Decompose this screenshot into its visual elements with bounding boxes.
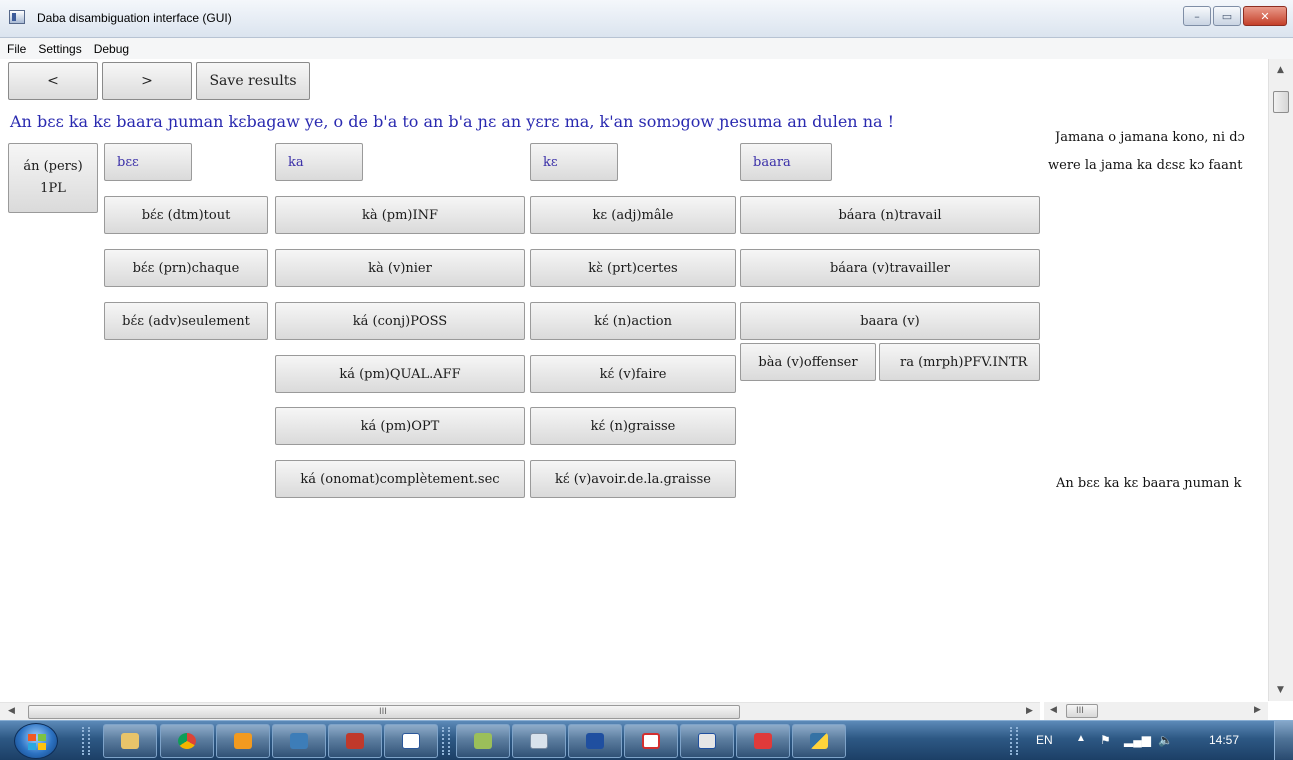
- save-results-button[interactable]: Save results: [196, 62, 310, 100]
- horizontal-scroll-thumb[interactable]: III: [1066, 704, 1098, 718]
- start-button[interactable]: [14, 723, 58, 759]
- grip-icon: III: [379, 707, 387, 717]
- taskbar-app-11[interactable]: [680, 724, 734, 758]
- sub-gloss-option[interactable]: bàa (v)offenser: [740, 343, 876, 381]
- token-button-ke[interactable]: kɛ: [530, 143, 618, 181]
- horizontal-scrollbar[interactable]: ◀ III ▶: [0, 702, 1040, 720]
- right-pane-horizontal-scrollbar[interactable]: ◀ III ▶: [1044, 702, 1268, 720]
- windows-logo-icon: [28, 734, 46, 750]
- python-icon: [810, 733, 828, 749]
- title-bar: Daba disambiguation interface (GUI) – ▭ …: [0, 0, 1293, 38]
- gloss-option[interactable]: ká (pm)QUAL.AFF: [275, 355, 525, 393]
- gloss-option[interactable]: kà (v)nier: [275, 249, 525, 287]
- gloss-option[interactable]: báara (n)travail: [740, 196, 1040, 234]
- clock[interactable]: 14:57: [1209, 733, 1239, 747]
- gloss-option[interactable]: bɛ́ɛ (prn)chaque: [104, 249, 268, 287]
- scroll-down-icon[interactable]: ▼: [1277, 685, 1284, 695]
- taskbar-app-5[interactable]: [328, 724, 382, 758]
- gloss-option[interactable]: ká (conj)POSS: [275, 302, 525, 340]
- show-hidden-icons-icon[interactable]: ▲: [1076, 733, 1086, 744]
- gloss-option[interactable]: ká (onomat)complètement.sec: [275, 460, 525, 498]
- taskbar: EN ▲ ⚑ ▂▄▆ 🔈 14:57: [0, 720, 1293, 760]
- source-text-line: Jamana o jamana kono, ni dɔ: [1055, 130, 1245, 145]
- token-label: án (pers): [23, 159, 83, 174]
- app-icon: [754, 733, 772, 749]
- gloss-option[interactable]: kɛ (adj)mâle: [530, 196, 736, 234]
- taskbar-grip: [442, 727, 450, 755]
- pdf-icon: [642, 733, 660, 749]
- taskbar-word[interactable]: [384, 724, 438, 758]
- source-text-line: were la jama ka dɛsɛ kɔ faant: [1048, 158, 1243, 173]
- app-icon: [474, 733, 492, 749]
- prev-button[interactable]: <: [8, 62, 98, 100]
- maximize-button[interactable]: ▭: [1213, 6, 1241, 26]
- sentence-text: An bɛɛ ka kɛ baara ɲuman kɛbagaw ye, o d…: [10, 112, 895, 131]
- next-button[interactable]: >: [102, 62, 192, 100]
- app-icon: [530, 733, 548, 749]
- menu-debug[interactable]: Debug: [88, 42, 135, 56]
- minimize-button[interactable]: –: [1183, 6, 1211, 26]
- taskbar-file-explorer[interactable]: [103, 724, 157, 758]
- gloss-option[interactable]: kɛ́ (v)faire: [530, 355, 736, 393]
- network-icon[interactable]: ▂▄▆: [1124, 733, 1151, 747]
- window-controls: – ▭ ✕: [1181, 6, 1287, 26]
- gloss-option[interactable]: bɛ́ɛ (dtm)tout: [104, 196, 268, 234]
- taskbar-app-12[interactable]: [736, 724, 790, 758]
- gloss-option[interactable]: kɛ́ (v)avoir.de.la.graisse: [530, 460, 736, 498]
- source-text-line: An bɛɛ ka kɛ baara ɲuman k: [1056, 476, 1242, 491]
- app-icon: [586, 733, 604, 749]
- gloss-option[interactable]: bɛ́ɛ (adv)seulement: [104, 302, 268, 340]
- app-icon: [9, 10, 25, 24]
- menu-bar: File Settings Debug: [0, 38, 1293, 59]
- scroll-right-icon[interactable]: ▶: [1026, 706, 1033, 716]
- app-icon: [346, 733, 364, 749]
- close-button[interactable]: ✕: [1243, 6, 1287, 26]
- taskbar-app-7[interactable]: [456, 724, 510, 758]
- token-button-an[interactable]: án (pers) 1PL: [8, 143, 98, 213]
- vertical-scroll-thumb[interactable]: [1273, 91, 1289, 113]
- taskbar-pdf-reader[interactable]: [624, 724, 678, 758]
- horizontal-scroll-thumb[interactable]: III: [28, 705, 740, 719]
- vertical-scrollbar[interactable]: ▲ ▼: [1268, 59, 1293, 701]
- scroll-up-icon[interactable]: ▲: [1277, 65, 1284, 75]
- taskbar-chrome[interactable]: [160, 724, 214, 758]
- media-player-icon: [234, 733, 252, 749]
- show-desktop-button[interactable]: [1274, 721, 1293, 760]
- sub-gloss-option[interactable]: ra (mrph)PFV.INTR: [879, 343, 1040, 381]
- menu-settings[interactable]: Settings: [32, 42, 87, 56]
- taskbar-app-8[interactable]: [512, 724, 566, 758]
- gloss-option[interactable]: báara (v)travailler: [740, 249, 1040, 287]
- gloss-option[interactable]: baara (v): [740, 302, 1040, 340]
- app-icon: [290, 733, 308, 749]
- gloss-option[interactable]: kɛ́ (n)graisse: [530, 407, 736, 445]
- language-indicator[interactable]: EN: [1036, 733, 1053, 747]
- taskbar-python[interactable]: [792, 724, 846, 758]
- word-icon: [402, 733, 420, 749]
- taskbar-media-player[interactable]: [216, 724, 270, 758]
- window-title: Daba disambiguation interface (GUI): [37, 11, 232, 25]
- token-button-baara[interactable]: baara: [740, 143, 832, 181]
- menu-file[interactable]: File: [0, 42, 32, 56]
- chrome-icon: [178, 733, 196, 749]
- app-icon: [698, 733, 716, 749]
- token-gloss: 1PL: [40, 181, 66, 196]
- taskbar-grip: [82, 727, 90, 755]
- grip-icon: III: [1076, 706, 1084, 716]
- scroll-left-icon[interactable]: ◀: [1050, 705, 1057, 715]
- gloss-option[interactable]: kɛ́ (n)action: [530, 302, 736, 340]
- volume-icon[interactable]: 🔈: [1158, 733, 1173, 747]
- token-button-bee[interactable]: bɛɛ: [104, 143, 192, 181]
- scroll-right-icon[interactable]: ▶: [1254, 705, 1261, 715]
- taskbar-app-4[interactable]: [272, 724, 326, 758]
- taskbar-grip: [1010, 727, 1018, 755]
- token-button-ka[interactable]: ka: [275, 143, 363, 181]
- scroll-left-icon[interactable]: ◀: [8, 706, 15, 716]
- gloss-option[interactable]: ká (pm)OPT: [275, 407, 525, 445]
- gloss-option[interactable]: kɛ̀ (prt)certes: [530, 249, 736, 287]
- folder-icon: [121, 733, 139, 749]
- gloss-option[interactable]: kà (pm)INF: [275, 196, 525, 234]
- flag-icon[interactable]: ⚑: [1100, 733, 1111, 747]
- taskbar-app-9[interactable]: [568, 724, 622, 758]
